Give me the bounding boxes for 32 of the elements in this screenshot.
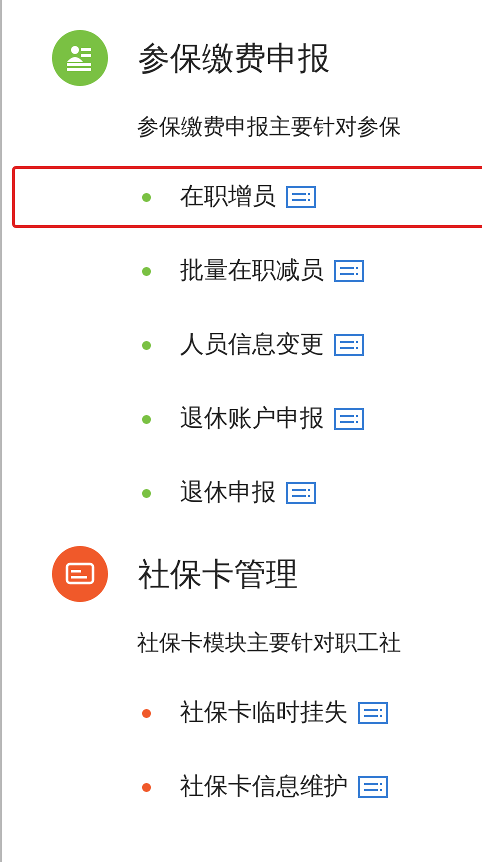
menu-item[interactable]: 批量在职减员 [12, 240, 482, 302]
bullet-icon [142, 266, 151, 276]
item-label: 社保卡临时挂失 [180, 698, 348, 728]
menu-item[interactable]: 在职增员 [12, 166, 482, 228]
menu-item[interactable]: 人员信息变更 [12, 314, 482, 376]
menu-item[interactable]: 社保卡信息维护 [12, 756, 482, 818]
document-icon[interactable] [334, 260, 364, 282]
menu-item[interactable]: 社保卡临时挂失 [12, 682, 482, 744]
document-icon[interactable] [286, 482, 316, 504]
menu-item[interactable]: 退休申报 [12, 462, 482, 524]
bullet-icon [142, 414, 151, 424]
section-title: 参保缴费申报 [138, 39, 330, 78]
bullet-icon [142, 340, 151, 350]
item-label: 人员信息变更 [180, 330, 324, 360]
bullet-icon [142, 488, 151, 498]
bullet-icon [142, 708, 151, 718]
document-icon[interactable] [358, 776, 388, 798]
menu-item[interactable]: 退休账户申报 [12, 388, 482, 450]
section-description: 社保卡模块主要针对职工社 [137, 629, 401, 657]
document-icon[interactable] [334, 408, 364, 430]
document-icon[interactable] [334, 334, 364, 356]
item-label: 批量在职减员 [180, 256, 324, 286]
document-icon[interactable] [358, 702, 388, 724]
item-label: 在职增员 [180, 182, 276, 212]
bullet-icon [142, 192, 151, 202]
bullet-icon [142, 782, 151, 792]
section-description: 参保缴费申报主要针对参保 [137, 113, 401, 141]
item-label: 退休申报 [180, 478, 276, 508]
item-label: 社保卡信息维护 [180, 772, 348, 802]
section-title: 社保卡管理 [138, 555, 298, 594]
item-label: 退休账户申报 [180, 404, 324, 434]
document-icon[interactable] [286, 186, 316, 208]
